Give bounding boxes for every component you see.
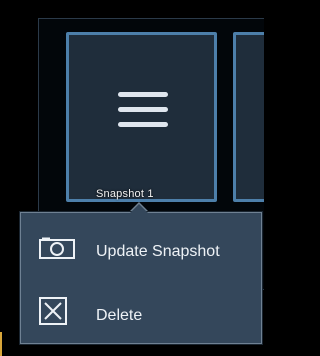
delete-label: Delete [96,307,143,324]
snapshot-tile-label: Snapshot 1 [96,188,154,200]
update-snapshot-menu-item[interactable]: Update Snapshot [21,221,261,281]
update-snapshot-label: Update Snapshot [96,243,220,260]
context-menu: Update Snapshot Delete [20,212,262,344]
snapshot-tile[interactable] [66,32,217,202]
context-menu-pointer-fill [129,204,149,214]
snapshots-screen: Snapshot 1 Update Snapshot Delete [0,0,264,356]
snapshot-tile-next[interactable] [233,32,264,202]
camera-icon [39,237,75,259]
close-box-icon [39,297,67,325]
hamburger-icon [118,90,168,130]
status-bracket [0,332,6,356]
delete-menu-item[interactable]: Delete [21,285,261,345]
